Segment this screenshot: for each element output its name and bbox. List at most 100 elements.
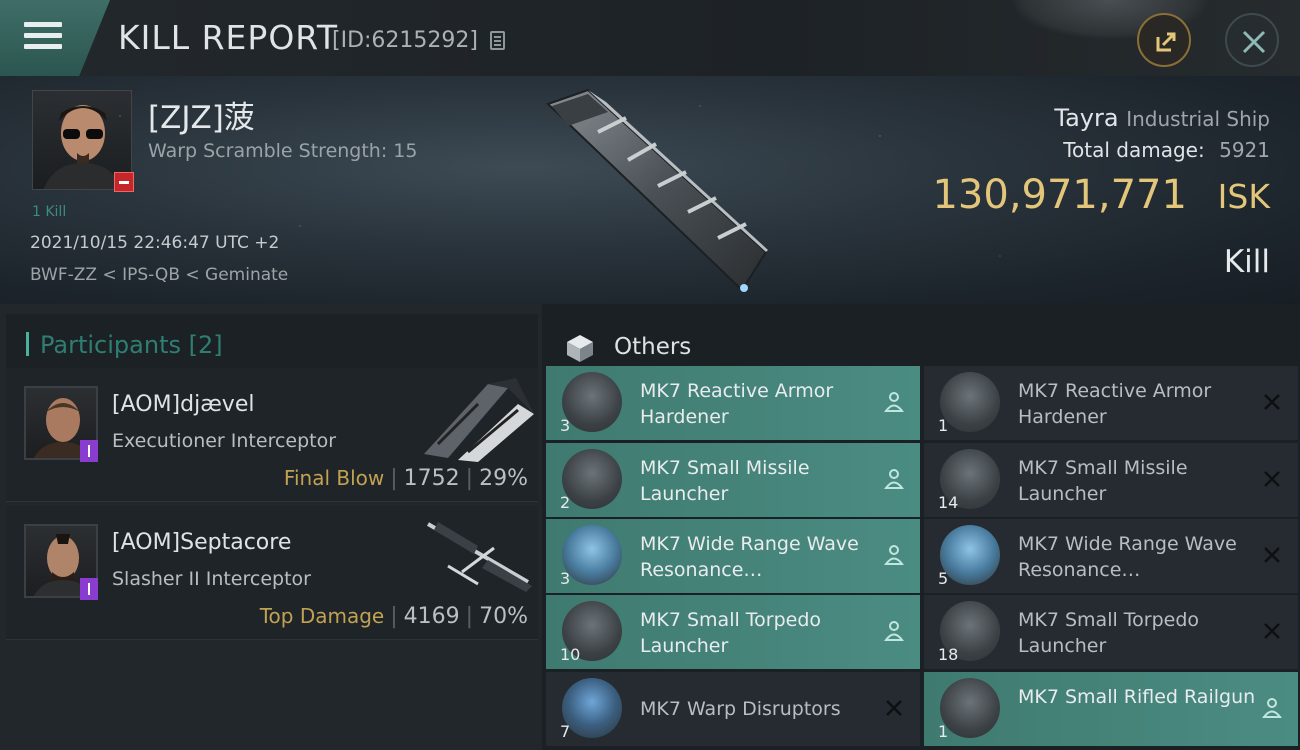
person-icon <box>884 392 904 412</box>
participant-row[interactable]: [AOM]Septacore Slasher II Interceptor To… <box>6 506 538 640</box>
item-name: MK7 Small Rifled Railgun <box>1018 686 1256 708</box>
kill-datetime: 2021/10/15 22:46:47 UTC +2 <box>30 233 280 253</box>
cube-icon <box>567 335 593 362</box>
item-name: MK7 Wide Range Wave Resonance… <box>1018 533 1237 581</box>
item-quantity: 3 <box>560 569 571 588</box>
isk-amount: 130,971,771 <box>932 172 1187 218</box>
total-damage-value: 5921 <box>1219 138 1270 162</box>
victim-name: [ZJZ]菠 <box>148 100 255 136</box>
participant-stats: Final Blow | 1752 | 29% <box>283 466 528 491</box>
loot-item[interactable]: 1 MK7 Small Rifled Railgun <box>924 672 1298 746</box>
loot-item[interactable]: 3 MK7 Reactive Armor Hardener <box>546 366 920 440</box>
share-icon <box>1156 32 1176 52</box>
page-title: KILL REPORT <box>118 18 338 57</box>
participant-name: [AOM]Septacore <box>112 530 292 555</box>
close-button[interactable] <box>1225 13 1279 67</box>
participant-damage: 1752 <box>403 466 460 491</box>
participant-percent: 29% <box>479 466 528 491</box>
item-quantity: 5 <box>938 569 949 588</box>
hamburger-menu-icon[interactable] <box>24 22 62 50</box>
participant-name: [AOM]djævel <box>112 392 255 417</box>
item-name: MK7 Small Torpedo Launcher <box>1018 609 1200 657</box>
loot-item[interactable]: 14 MK7 Small Missile Launcher <box>924 443 1298 517</box>
armor-hardener-icon <box>940 372 1000 432</box>
item-quantity: 18 <box>938 645 959 664</box>
person-icon <box>884 469 904 489</box>
item-quantity: 1 <box>938 416 949 435</box>
item-name: MK7 Warp Disruptors <box>640 698 841 720</box>
participant-role: Final Blow <box>283 466 385 490</box>
copy-icon[interactable] <box>490 31 505 50</box>
participant-ship: Executioner Interceptor <box>112 430 337 452</box>
total-damage: Total damage: 5921 <box>1063 138 1270 162</box>
person-icon <box>884 545 904 565</box>
resonance-icon <box>940 525 1000 585</box>
warp-scramble-strength: Warp Scramble Strength: 15 <box>148 140 418 162</box>
participant-ship: Slasher II Interceptor <box>112 568 311 590</box>
item-quantity: 3 <box>560 416 571 435</box>
player-info-badge <box>80 440 98 462</box>
kill-count: 1 Kill <box>32 204 67 220</box>
ship-name: Tayra <box>1054 104 1119 132</box>
total-damage-label: Total damage: <box>1063 138 1205 162</box>
participant-damage: 4169 <box>403 604 460 629</box>
item-name: MK7 Reactive Armor Hardener <box>640 380 834 428</box>
top-bar: KILL REPORT [ID:6215292] <box>0 0 1300 76</box>
others-title: Others <box>614 334 692 360</box>
loot-item[interactable]: 2 MK7 Small Missile Launcher <box>546 443 920 517</box>
armor-hardener-icon <box>562 372 622 432</box>
ship-class: Industrial Ship <box>1126 107 1270 131</box>
kill-location: BWF-ZZ < IPS-QB < Geminate <box>30 265 289 285</box>
participant-ship-image <box>424 378 534 462</box>
destroyed-x-icon <box>886 700 902 716</box>
participants-panel: Participants [2] [AOM]djævel Executioner… <box>0 304 542 750</box>
destroyed-x-icon <box>1264 623 1280 639</box>
others-panel: Others 3 MK7 Reactive Armor Hardener 1 M… <box>542 304 1300 750</box>
section-accent-bar <box>26 332 29 356</box>
loot-item[interactable]: 3 MK7 Wide Range Wave Resonance… <box>546 519 920 593</box>
player-info-badge <box>80 578 98 600</box>
destroyed-x-icon <box>1264 394 1280 410</box>
victim-ship: Tayra Industrial Ship <box>1054 104 1270 132</box>
participant-ship-image <box>426 522 532 592</box>
loot-item[interactable]: 1 MK7 Reactive Armor Hardener <box>924 366 1298 440</box>
participant-role: Top Damage <box>259 604 385 628</box>
loot-item[interactable]: 7 MK7 Warp Disruptors <box>546 672 920 746</box>
participants-header: Participants [2] <box>6 314 538 368</box>
item-name: MK7 Wide Range Wave Resonance… <box>640 533 859 581</box>
destroyed-x-icon <box>1264 547 1280 563</box>
item-name: MK7 Small Torpedo Launcher <box>640 609 822 657</box>
item-quantity: 14 <box>938 493 959 512</box>
participant-percent: 70% <box>479 604 528 629</box>
warp-disruptor-icon <box>562 678 622 738</box>
item-name: MK7 Small Missile Launcher <box>1018 457 1188 505</box>
result-label: Kill <box>1223 244 1270 280</box>
person-icon <box>884 621 904 641</box>
resonance-icon <box>562 525 622 585</box>
isk-unit: ISK <box>1217 177 1270 216</box>
item-quantity: 2 <box>560 493 571 512</box>
others-header: Others <box>542 314 1300 368</box>
railgun-icon <box>940 678 1000 738</box>
participant-stats: Top Damage | 4169 | 70% <box>259 604 528 629</box>
share-button[interactable] <box>1137 13 1191 67</box>
victim-panel: [ZJZ]菠 Warp Scramble Strength: 15 1 Kill… <box>0 76 1300 304</box>
participants-title: Participants [2] <box>40 331 223 359</box>
hostile-badge <box>114 172 134 192</box>
item-name: MK7 Reactive Armor Hardener <box>1018 380 1212 428</box>
loot-item[interactable]: 5 MK7 Wide Range Wave Resonance… <box>924 519 1298 593</box>
missile-launcher-icon <box>562 449 622 509</box>
item-quantity: 7 <box>560 722 571 741</box>
isk-value: 130,971,771 ISK <box>932 172 1270 218</box>
item-name: MK7 Small Missile Launcher <box>640 457 810 505</box>
item-quantity: 1 <box>938 722 949 741</box>
report-id: [ID:6215292] <box>332 28 478 53</box>
item-quantity: 10 <box>560 645 581 664</box>
destroyed-x-icon <box>1264 471 1280 487</box>
loot-item[interactable]: 18 MK7 Small Torpedo Launcher <box>924 595 1298 669</box>
loot-item[interactable]: 10 MK7 Small Torpedo Launcher <box>546 595 920 669</box>
person-icon <box>1262 698 1282 718</box>
participant-row[interactable]: [AOM]djævel Executioner Interceptor Fina… <box>6 368 538 502</box>
victim-ship-image <box>546 88 768 292</box>
close-icon <box>1242 30 1266 54</box>
